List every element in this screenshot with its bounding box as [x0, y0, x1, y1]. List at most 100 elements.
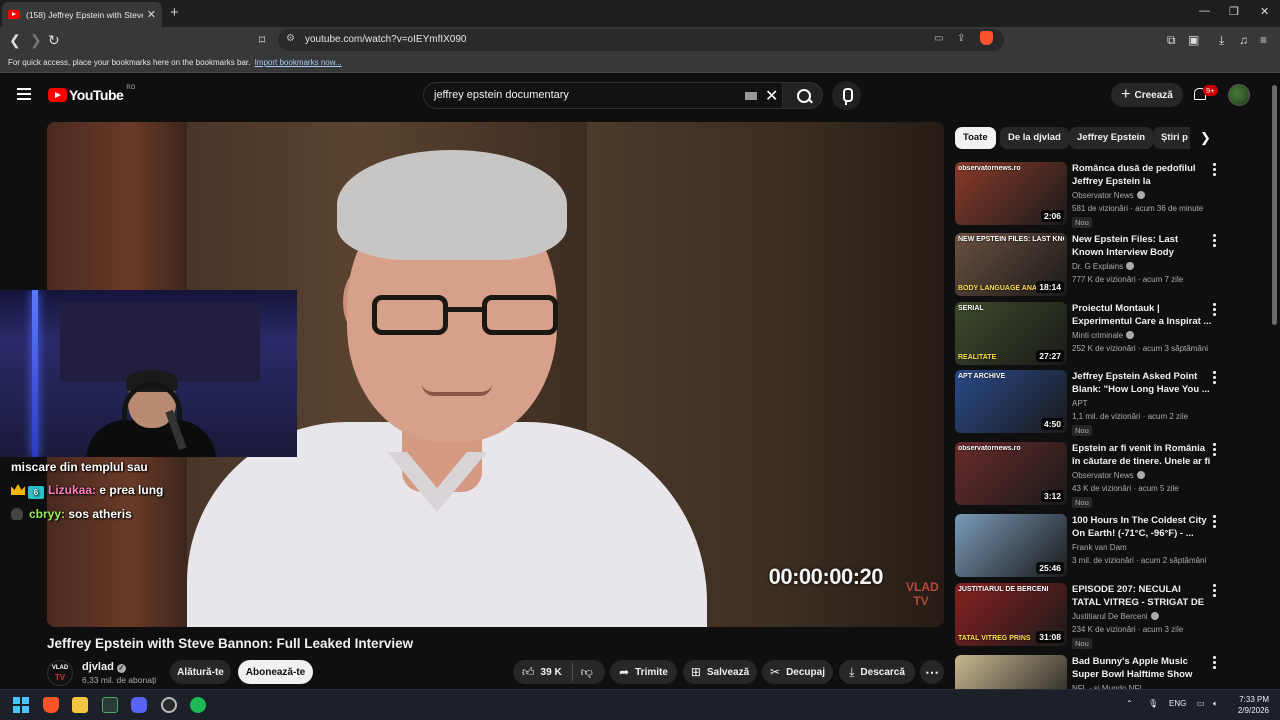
cast-icon[interactable]: ▭ — [934, 33, 943, 44]
clip-button[interactable]: ✂ Decupaj — [762, 660, 833, 684]
more-options-icon[interactable] — [1213, 584, 1217, 599]
channel-name[interactable]: Observator News — [1072, 191, 1145, 200]
video-title[interactable]: EPISODE 207: NECULAI TATAL VITREG - STRI… — [1072, 583, 1212, 610]
share-button[interactable]: ➦ Trimite — [610, 660, 677, 684]
channel-name[interactable]: Observator News — [1072, 471, 1145, 480]
create-button[interactable]: + Creează — [1111, 83, 1183, 107]
language-indicator[interactable]: ENG — [1169, 699, 1186, 708]
restore-icon[interactable]: ❐ — [1229, 5, 1239, 18]
recommended-video[interactable]: JUSTITIARUL DE BERCENI TATAL VITREG PRINS… — [955, 583, 1255, 649]
youtube-logo[interactable]: YouTube RO — [48, 85, 135, 103]
brave-shield-icon[interactable] — [980, 31, 993, 45]
chip-from-channel[interactable]: De la djvlad — [1000, 127, 1069, 149]
site-info-icon[interactable]: ⚙ — [286, 33, 295, 44]
tray-mic-icon[interactable]: 🎙︎ — [1148, 699, 1158, 708]
more-options-icon[interactable] — [1213, 515, 1217, 530]
subscribe-button[interactable]: Abonează-te — [238, 660, 313, 684]
video-thumbnail[interactable]: SERIAL REALITATE 27:27 — [955, 302, 1067, 365]
discord-icon[interactable] — [131, 697, 147, 713]
spotify-icon[interactable] — [190, 697, 206, 713]
video-thumbnail[interactable]: observatornews.ro 3:12 — [955, 442, 1067, 505]
recommended-video[interactable]: observatornews.ro 3:12 Epstein ar fi venit… — [955, 442, 1255, 508]
recommended-video[interactable]: 25:46 100 Hours In The Coldest City On Ea… — [955, 514, 1255, 580]
forward-icon[interactable]: ❯ — [30, 32, 42, 49]
reload-icon[interactable]: ↻ — [48, 32, 60, 49]
chip-jeffrey-epstein[interactable]: Jeffrey Epstein — [1069, 127, 1154, 149]
sidebar-icon[interactable]: ▣ — [1188, 33, 1199, 47]
guide-menu-icon[interactable] — [17, 88, 31, 100]
video-title[interactable]: 100 Hours In The Coldest City On Earth! … — [1072, 514, 1212, 540]
address-bar[interactable]: ⚙ youtube.com/watch?v=oIEYmfIX090 ▭ ⇪ — [278, 29, 1004, 51]
page-scrollbar[interactable] — [1272, 85, 1277, 325]
search-input[interactable]: jeffrey epstein documentary ✕ — [423, 82, 783, 109]
back-icon[interactable]: ❮ — [9, 32, 21, 49]
more-options-icon[interactable] — [1213, 656, 1217, 671]
join-button[interactable]: Alătură-te — [170, 660, 231, 684]
app-icon[interactable] — [161, 697, 177, 713]
file-explorer-icon[interactable] — [72, 697, 88, 713]
save-button[interactable]: ⊞ Salvează — [683, 660, 757, 684]
chip-news[interactable]: Știri p — [1153, 127, 1190, 149]
clear-search-icon[interactable]: ✕ — [765, 86, 778, 106]
volume-icon[interactable]: 🔈︎ — [1213, 699, 1218, 709]
chip-all[interactable]: Toate — [955, 127, 996, 149]
channel-name[interactable]: Justitiarul De Berceni — [1072, 612, 1159, 621]
downloads-icon[interactable]: ⤓ — [1219, 33, 1224, 48]
share-page-icon[interactable]: ⇪ — [957, 33, 965, 44]
minimize-icon[interactable]: — — [1199, 5, 1210, 17]
browser-tab-youtube[interactable]: (158) Jeffrey Epstein with Steve Bannon … — [2, 2, 162, 27]
brave-taskbar-icon[interactable] — [43, 697, 59, 713]
video-thumbnail[interactable]: APT ARCHIVE 4:50 — [955, 370, 1067, 433]
new-tab-icon[interactable]: + — [170, 4, 179, 21]
video-title[interactable]: New Epstein Files: Last Known Interview … — [1072, 233, 1212, 260]
channel-name[interactable]: Frank van Dam — [1072, 543, 1127, 552]
account-avatar[interactable] — [1228, 84, 1250, 106]
media-icon[interactable]: ♫ — [1239, 33, 1248, 47]
video-thumbnail[interactable]: 25:46 — [955, 514, 1067, 577]
bookmark-icon[interactable]: ⌑ — [259, 33, 265, 47]
more-actions-button[interactable]: ⋯ — [920, 660, 944, 684]
tab-close-icon[interactable]: ✕ — [147, 8, 156, 21]
start-windows-icon[interactable] — [13, 697, 29, 713]
more-options-icon[interactable] — [1213, 163, 1217, 178]
recommended-video[interactable]: SERIAL REALITATE 27:27 Proiectul Montauk | … — [955, 302, 1255, 368]
video-thumbnail[interactable]: JUSTITIARUL DE BERCENI TATAL VITREG PRINS… — [955, 583, 1067, 646]
like-count[interactable]: 39 K — [541, 667, 562, 678]
more-options-icon[interactable] — [1213, 443, 1217, 458]
channel-name[interactable]: APT — [1072, 399, 1088, 408]
chevron-right-icon[interactable]: ❯ — [1200, 130, 1211, 146]
channel-name[interactable]: Dr. G Explains — [1072, 262, 1135, 271]
terminal-icon[interactable] — [102, 697, 118, 713]
window-close-icon[interactable]: ✕ — [1260, 5, 1269, 18]
more-options-icon[interactable] — [1213, 234, 1217, 249]
keyboard-icon[interactable] — [745, 92, 757, 100]
video-title[interactable]: Jeffrey Epstein Asked Point Blank: "How … — [1072, 370, 1212, 396]
download-button[interactable]: ⤓ Descarcă — [839, 660, 915, 684]
video-title[interactable]: Românca dusă de pedofilul Jeffrey Epstei… — [1072, 162, 1212, 189]
tray-chevron-icon[interactable]: ⌃ — [1126, 699, 1133, 708]
import-bookmarks-link[interactable]: Import bookmarks now... — [255, 58, 342, 67]
search-button[interactable] — [782, 82, 823, 109]
video-title[interactable]: Bad Bunny's Apple Music Super Bowl Halft… — [1072, 655, 1212, 681]
notifications-badge: 9+ — [1203, 85, 1218, 96]
menu-icon[interactable]: ≡ — [1260, 33, 1267, 47]
like-icon[interactable]: 👍︎ — [522, 665, 535, 680]
voice-search-button[interactable] — [832, 81, 861, 110]
channel-name[interactable]: Minti criminale — [1072, 331, 1135, 340]
recommended-video[interactable]: APT ARCHIVE 4:50 Jeffrey Epstein Asked Poi… — [955, 370, 1255, 436]
network-icon[interactable]: ▭ — [1197, 699, 1205, 708]
system-clock[interactable]: 7:33 PM 2/9/2026 — [1229, 694, 1269, 716]
channel-name[interactable]: djvlad ✓ — [82, 661, 126, 673]
recommended-video[interactable]: NEW EPSTEIN FILES: LAST KNOWN INTERVIEW B… — [955, 233, 1255, 299]
extensions-icon[interactable]: ⧉ — [1167, 33, 1176, 48]
video-title[interactable]: Proiectul Montauk | Experimentul Care a … — [1072, 302, 1212, 328]
video-thumbnail[interactable]: NEW EPSTEIN FILES: LAST KNOWN INTERVIEW B… — [955, 233, 1067, 296]
video-meta: 1,1 mil. de vizionări · acum 2 zile — [1072, 412, 1189, 421]
more-options-icon[interactable] — [1213, 303, 1217, 318]
dislike-icon[interactable]: 👎︎ — [581, 665, 593, 680]
more-options-icon[interactable] — [1213, 371, 1217, 386]
video-title[interactable]: Epstein ar fi venit în România în căutar… — [1072, 442, 1212, 469]
channel-avatar[interactable]: VLAD TV — [47, 660, 73, 686]
video-thumbnail[interactable]: observatornews.ro 2:06 — [955, 162, 1067, 225]
recommended-video[interactable]: observatornews.ro 2:06 Românca dusă de ped… — [955, 162, 1255, 228]
